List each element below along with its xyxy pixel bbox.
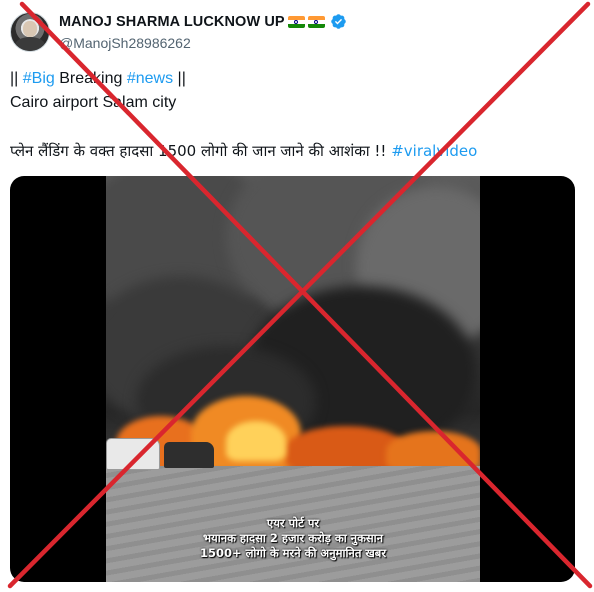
white-car — [106, 438, 160, 470]
tweet-text-line-3: प्लेन लैंडिंग के वक्त हादसा 1500 लोगो की… — [10, 141, 477, 161]
avatar-face — [23, 21, 37, 37]
india-flag-icon — [307, 15, 325, 28]
text-segment: || — [173, 70, 186, 87]
caption-line: एयर पोर्ट पर — [266, 516, 320, 530]
caption-line: भयानक हादसा 2 हजार करोड़ का नुकसान — [202, 531, 384, 545]
fire — [226, 421, 286, 461]
fire — [386, 431, 480, 471]
text-segment: || — [10, 70, 23, 87]
hashtag-big[interactable]: #Big — [23, 70, 55, 87]
author-name[interactable]: MANOJ SHARMA LUCKNOW UP — [59, 14, 285, 30]
tweet-text-line-2: Cairo airport Salam city — [10, 94, 177, 111]
video-player[interactable]: एयर पोर्ट पर भयानक हादसा 2 हजार करोड़ का… — [10, 176, 575, 582]
text-segment: प्लेन लैंडिंग के वक्त हादसा 1500 लोगो की… — [10, 142, 392, 160]
verified-badge-icon — [330, 14, 346, 29]
caption-line: 1500+ लोगो के मरने की अनुमानित खबर — [199, 546, 387, 560]
tweet-text-line-1: || #Big Breaking #news || — [10, 69, 186, 89]
avatar[interactable] — [10, 12, 50, 52]
text-segment: Breaking — [54, 70, 127, 87]
hashtag-news[interactable]: #news — [127, 70, 173, 87]
author-handle[interactable]: @ManojSh28986262 — [59, 35, 191, 51]
dark-car — [164, 442, 214, 468]
india-flag-icon — [287, 15, 305, 28]
author-name-row[interactable]: MANOJ SHARMA LUCKNOW UP — [59, 13, 347, 30]
tweet: MANOJ SHARMA LUCKNOW UP @ManojSh28986262… — [0, 0, 594, 592]
video-caption: एयर पोर्ट पर भयानक हादसा 2 हजार करोड़ का… — [106, 516, 480, 561]
hashtag-viralvideo[interactable]: #viralvideo — [391, 142, 477, 160]
avatar-shoulders — [15, 37, 45, 51]
video-frame[interactable]: एयर पोर्ट पर भयानक हादसा 2 हजार करोड़ का… — [106, 176, 480, 582]
